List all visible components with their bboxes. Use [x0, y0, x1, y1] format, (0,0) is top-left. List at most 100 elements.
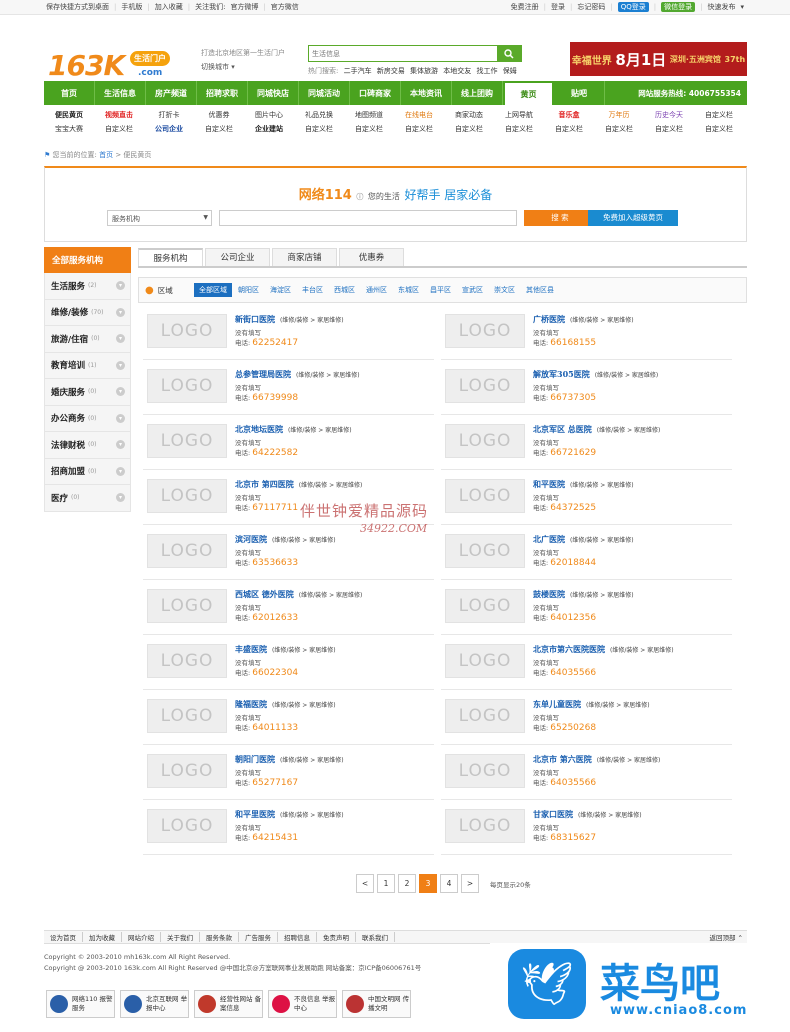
listing-name[interactable]: 北京军区 总医院 (维修/装修 > 家居维修) [533, 424, 660, 435]
listing-name[interactable]: 和平里医院 (维修/装修 > 家居维修) [235, 809, 344, 820]
listing-name[interactable]: 朝阳门医院 (维修/装修 > 家居维修) [235, 754, 344, 765]
sub-nav-item[interactable]: 万年历 [594, 110, 644, 120]
weibo-link[interactable]: 官方微博 [230, 2, 258, 12]
listing-logo[interactable]: LOGO [147, 754, 227, 788]
listing-card[interactable]: LOGO 和平医院 (维修/装修 > 家居维修) 没有填写 电话: 64372525 [441, 474, 732, 525]
sub-nav-item[interactable]: 自定义栏 [694, 110, 744, 120]
sidebar-item-life[interactable]: 生活服务 (2) ▾ [44, 273, 131, 300]
listing-name[interactable]: 解放军305医院 (维修/装修 > 家居维修) [533, 369, 658, 380]
hot-term[interactable]: 新房交易 [377, 67, 405, 75]
listing-card[interactable]: LOGO 北京市 第六医院 (维修/装修 > 家居维修) 没有填写 电话: 640355… [441, 749, 732, 800]
sidebar-item-office[interactable]: 办公商务 (0) ▾ [44, 405, 131, 432]
hot-term[interactable]: 二手汽车 [344, 67, 372, 75]
trust-badge[interactable]: 经营性网站 备案信息 [194, 990, 263, 1018]
listing-logo[interactable]: LOGO [445, 589, 525, 623]
trust-badge[interactable]: 北京互联网 举报中心 [120, 990, 189, 1018]
footer-link[interactable]: 招聘信息 [278, 932, 317, 942]
listing-card[interactable]: LOGO 广桥医院 (维修/装修 > 家居维修) 没有填写 电话: 66168155 [441, 309, 732, 360]
listing-logo[interactable]: LOGO [147, 589, 227, 623]
sub-nav-item[interactable]: 礼品兑换 [294, 110, 344, 120]
sub-nav-item[interactable]: 音乐盒 [544, 110, 594, 120]
hot-term[interactable]: 本地交友 [443, 67, 471, 75]
nav-item-news[interactable]: 本地资讯 [401, 81, 452, 105]
listing-logo[interactable]: LOGO [445, 534, 525, 568]
qq-login-button[interactable]: QQ登录 [617, 2, 649, 12]
listing-name[interactable]: 北京市第六医院医院 (维修/装修 > 家居维修) [533, 644, 674, 655]
region-option[interactable]: 宣武区 [457, 283, 488, 297]
region-option[interactable]: 海淀区 [265, 283, 296, 297]
listing-logo[interactable]: LOGO [147, 809, 227, 843]
listing-card[interactable]: LOGO 朝阳门医院 (维修/装修 > 家居维修) 没有填写 电话: 65277167 [143, 749, 434, 800]
listing-logo[interactable]: LOGO [445, 369, 525, 403]
sub-nav-item[interactable]: 自定义栏 [294, 124, 344, 134]
sub-nav-item[interactable]: 自定义栏 [544, 124, 594, 134]
footer-link[interactable]: 网站介绍 [122, 932, 161, 942]
sidebar-item-repair[interactable]: 维修/装修 (70) ▾ [44, 299, 131, 326]
region-option[interactable]: 通州区 [361, 283, 392, 297]
ad-banner[interactable]: 幸福世界 8月1日 深圳·五洲宾馆 37th [570, 42, 747, 76]
category-select[interactable]: 服务机构 [107, 210, 212, 226]
listing-logo[interactable]: LOGO [445, 644, 525, 678]
listing-logo[interactable]: LOGO [147, 369, 227, 403]
region-option[interactable]: 崇文区 [489, 283, 520, 297]
footer-link[interactable]: 免责声明 [317, 932, 356, 942]
header-search-input[interactable] [309, 46, 497, 61]
sub-nav-item[interactable]: 公司企业 [144, 124, 194, 134]
region-option[interactable]: 昌平区 [425, 283, 456, 297]
listing-card[interactable]: LOGO 北广医院 (维修/装修 > 家居维修) 没有填写 电话: 62018844 [441, 529, 732, 580]
region-option[interactable]: 西城区 [329, 283, 360, 297]
sidebar-item-travel[interactable]: 旅游/住宿 (0) ▾ [44, 326, 131, 353]
nav-item-forum[interactable]: 贴吧 [554, 81, 605, 105]
tab-shops[interactable]: 商家店铺 [272, 248, 337, 266]
sub-nav-item[interactable]: 打折卡 [144, 110, 194, 120]
nav-item-life[interactable]: 生活信息 [95, 81, 146, 105]
trust-badge[interactable]: 不良信息 举报中心 [268, 990, 337, 1018]
header-search-button[interactable] [497, 46, 521, 61]
listing-logo[interactable]: LOGO [147, 644, 227, 678]
tab-services[interactable]: 服务机构 [138, 248, 203, 266]
sub-nav-item[interactable]: 历史今天 [644, 110, 694, 120]
nav-item-merchants[interactable]: 口碑商家 [350, 81, 401, 105]
listing-name[interactable]: 西城区 德外医院 (维修/装修 > 家居维修) [235, 589, 362, 600]
region-option[interactable]: 丰台区 [297, 283, 328, 297]
footer-link[interactable]: 广告服务 [239, 932, 278, 942]
region-option[interactable]: 朝阳区 [233, 283, 264, 297]
nav-item-events[interactable]: 同城活动 [299, 81, 350, 105]
footer-link[interactable]: 联系我们 [356, 932, 395, 942]
register-link[interactable]: 免费注册 [511, 2, 539, 12]
mobile-version-link[interactable]: 手机版 [121, 2, 142, 12]
wechat-link[interactable]: 官方微信 [271, 2, 299, 12]
listing-card[interactable]: LOGO 滨河医院 (维修/装修 > 家居维修) 没有填写 电话: 63536633 [143, 529, 434, 580]
next-page-button[interactable]: > [461, 874, 479, 893]
sub-nav-item[interactable]: 自定义栏 [594, 124, 644, 134]
listing-logo[interactable]: LOGO [445, 314, 525, 348]
sub-nav-item[interactable]: 自定义栏 [344, 124, 394, 134]
nav-item-property[interactable]: 房产频道 [146, 81, 197, 105]
sidebar-item-education[interactable]: 教育培训 (1) ▾ [44, 352, 131, 379]
listing-logo[interactable]: LOGO [147, 699, 227, 733]
sub-nav-item[interactable]: 自定义栏 [194, 124, 244, 134]
listing-logo[interactable]: LOGO [445, 424, 525, 458]
region-option[interactable]: 全部区域 [194, 283, 232, 297]
hot-term[interactable]: 集体旅游 [410, 67, 438, 75]
listing-card[interactable]: LOGO 隆福医院 (维修/装修 > 家居维修) 没有填写 电话: 64011133 [143, 694, 434, 745]
listing-name[interactable]: 总参管理局医院 (维修/装修 > 家居维修) [235, 369, 360, 380]
wechat-login-button[interactable]: 微信登录 [661, 2, 696, 12]
nav-item-yellowpages[interactable]: 黄页 [503, 81, 554, 105]
nav-item-shop[interactable]: 同城快店 [248, 81, 299, 105]
listing-name[interactable]: 丰盛医院 (维修/装修 > 家居维修) [235, 644, 336, 655]
sub-nav-item[interactable]: 自定义栏 [644, 124, 694, 134]
sub-nav-item[interactable]: 自定义栏 [444, 124, 494, 134]
sub-nav-item[interactable]: 宝宝大赛 [44, 124, 94, 134]
sidebar-item-wedding[interactable]: 婚庆服务 (0) ▾ [44, 379, 131, 406]
tab-coupons[interactable]: 优惠券 [339, 248, 404, 266]
back-to-top-link[interactable]: 返回顶部 ⌃ [709, 932, 747, 942]
add-favorite-link[interactable]: 加入收藏 [155, 2, 183, 12]
listing-card[interactable]: LOGO 甘家口医院 (维修/装修 > 家居维修) 没有填写 电话: 68315627 [441, 804, 732, 855]
prev-page-button[interactable]: < [356, 874, 374, 893]
sub-nav-item[interactable]: 自定义栏 [494, 124, 544, 134]
city-switch[interactable]: 切换城市 ▾ [201, 62, 235, 72]
nav-item-jobs[interactable]: 招聘求职 [197, 81, 248, 105]
breadcrumb-home[interactable]: 首页 [99, 151, 113, 159]
sub-nav-item[interactable]: 自定义栏 [394, 124, 444, 134]
